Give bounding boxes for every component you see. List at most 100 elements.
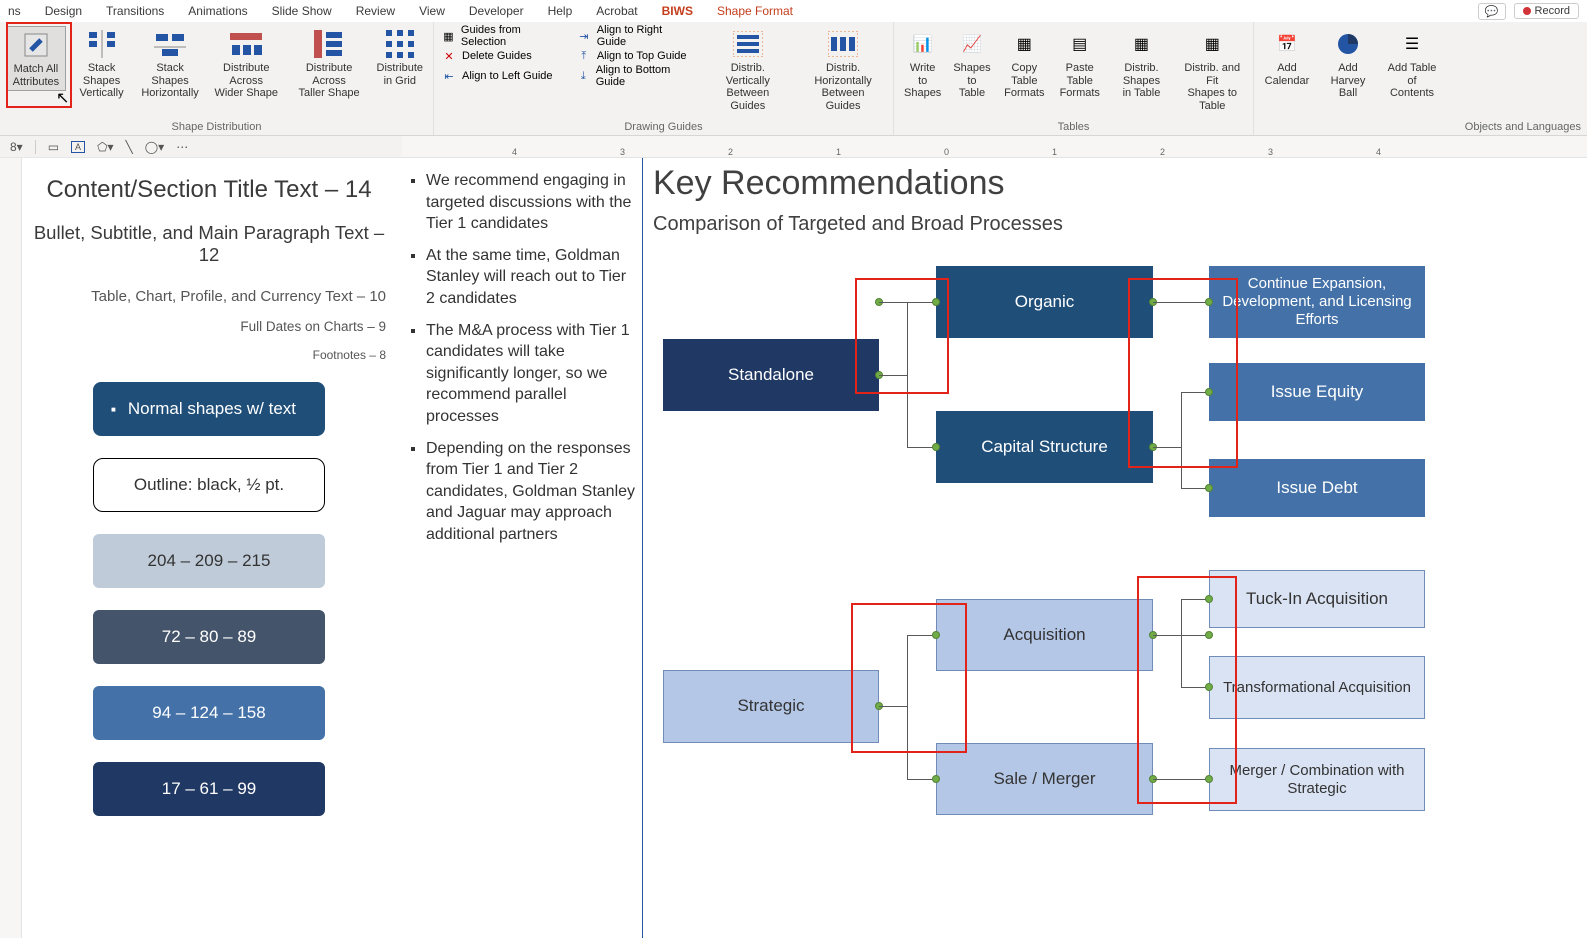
record-button[interactable]: Record (1514, 3, 1579, 19)
node-salemerger-label: Sale / Merger (993, 769, 1095, 789)
qa-textbox-icon[interactable]: A (71, 141, 85, 153)
ribbon: Match AllAttributes Stack ShapesVertical… (0, 22, 1587, 136)
menubar: ns Design Transitions Animations Slide S… (0, 0, 1587, 22)
slide-canvas[interactable]: Key Recommendations Comparison of Target… (643, 158, 1587, 938)
calendar-icon: 📅 (1271, 28, 1303, 60)
align-right-guide-button[interactable]: ⇥Align to Right Guide (575, 26, 697, 46)
heading-bullet-text: Bullet, Subtitle, and Main Paragraph Tex… (32, 222, 386, 266)
align-top-guide-button[interactable]: ⤒ Align to Top Guide (575, 46, 697, 66)
guides-selection-icon: ▦ (442, 29, 455, 43)
paste-table-icon: ▤ (1064, 28, 1096, 60)
align-right-icon: ⇥ (577, 29, 591, 43)
sample-blue-label: 94 – 124 – 158 (152, 703, 265, 723)
tab-slideshow[interactable]: Slide Show (260, 4, 344, 18)
sample-blue-shape[interactable]: 94 – 124 – 158 (93, 686, 325, 740)
shapes-table-label: Shapesto Table (953, 62, 990, 100)
guides-from-selection-button[interactable]: ▦Guides from Selection (440, 26, 563, 46)
write-shapes-icon: 📊 (907, 28, 939, 60)
bullet-item: Depending on the responses from Tier 1 a… (426, 438, 636, 546)
sample-dark-shape[interactable]: 72 – 80 – 89 (93, 610, 325, 664)
paste-table-formats-button[interactable]: ▤Paste TableFormats (1054, 26, 1105, 102)
node-sale-merger[interactable]: Sale / Merger (936, 743, 1153, 815)
distrib-vertical-guides-button[interactable]: Distrib. VerticallyBetween Guides (709, 26, 788, 115)
node-organic-label: Organic (1015, 292, 1075, 312)
qa-more-icon[interactable]: ⋯ (176, 140, 188, 154)
qa-font-size[interactable]: 8▾ (10, 140, 23, 154)
horizontal-ruler: 4 3 2 1 0 1 2 3 4 (402, 136, 1587, 158)
tab-shape-format[interactable]: Shape Format (705, 4, 805, 18)
distribute-grid-button[interactable]: Distributein Grid (373, 26, 427, 89)
qa-rect-icon[interactable]: ▭ (48, 140, 59, 154)
align-left-guide-button[interactable]: ⇤Align to Left Guide (440, 66, 563, 86)
sample-grey-label: 204 – 209 – 215 (148, 551, 271, 571)
tab-transitions[interactable]: Transitions (94, 4, 176, 18)
qa-circle-icon[interactable]: ◯▾ (145, 140, 164, 154)
node-merger-strategic[interactable]: Merger / Combination with Strategic (1209, 748, 1425, 811)
write-to-shapes-button[interactable]: 📊Write toShapes (900, 26, 945, 102)
add-calendar-button[interactable]: 📅AddCalendar (1260, 26, 1314, 89)
distrib-in-table-icon: ▦ (1125, 28, 1157, 60)
stack-shapes-horizontally-button[interactable]: Stack ShapesHorizontally (137, 26, 202, 102)
distrib-shapes-in-table-button[interactable]: ▦Distrib. Shapesin Table (1109, 26, 1173, 102)
shapes-to-table-button[interactable]: 📈Shapesto Table (949, 26, 994, 102)
distrib-in-table-label: Distrib. Shapesin Table (1113, 62, 1169, 100)
distribute-wider-button[interactable]: Distribute AcrossWider Shape (207, 26, 286, 102)
node-issue-debt[interactable]: Issue Debt (1209, 459, 1425, 517)
vertical-ruler (0, 158, 22, 938)
sample-outline-shape[interactable]: Outline: black, ½ pt. (93, 458, 325, 512)
tab-acrobat[interactable]: Acrobat (584, 4, 649, 18)
shape-distribution-group-label: Shape Distribution (0, 121, 433, 135)
add-harvey-ball-button[interactable]: AddHarvey Ball (1318, 26, 1378, 102)
align-top-label: Align to Top Guide (597, 50, 687, 62)
align-top-icon: ⤒ (577, 49, 591, 63)
distrib-horiz-guides-label: Distrib. HorizontallyBetween Guides (803, 62, 883, 113)
stack-vertical-icon (86, 28, 118, 60)
node-capstruct-label: Capital Structure (981, 437, 1108, 457)
node-acquisition[interactable]: Acquisition (936, 599, 1153, 671)
node-strategic[interactable]: Strategic (663, 670, 879, 743)
align-bottom-guide-button[interactable]: ⤓Align to Bottom Guide (575, 66, 697, 86)
sample-navy-shape[interactable]: 17 – 61 – 99 (93, 762, 325, 816)
tab-animations[interactable]: Animations (176, 4, 259, 18)
add-toc-button[interactable]: ☰Add Tableof Contents (1382, 26, 1442, 102)
distribute-wider-label: Distribute AcrossWider Shape (211, 62, 282, 100)
drawing-guides-group-label: Drawing Guides (434, 121, 893, 135)
distribute-taller-button[interactable]: Distribute AcrossTaller Shape (290, 26, 369, 102)
tab-biws[interactable]: BIWS (650, 4, 705, 18)
sample-normal-label: Normal shapes w/ text (128, 399, 296, 419)
tab-view[interactable]: View (407, 4, 457, 18)
sample-dark-label: 72 – 80 – 89 (162, 627, 257, 647)
heading-footnotes: Footnotes – 8 (32, 348, 386, 362)
node-continue-expansion[interactable]: Continue Expansion, Development, and Lic… (1209, 266, 1425, 338)
bullet-panel: We recommend engaging in targeted discus… (402, 158, 642, 938)
node-organic[interactable]: Organic (936, 266, 1153, 338)
ruler-mark: 3 (620, 147, 625, 157)
tab-help[interactable]: Help (536, 4, 585, 18)
distribute-wider-icon (230, 28, 262, 60)
comments-icon[interactable]: 💬 (1478, 3, 1506, 20)
distribute-grid-icon (384, 28, 416, 60)
tab-design-partial[interactable]: ns (8, 4, 33, 18)
write-shapes-label: Write toShapes (904, 62, 941, 100)
distrib-horizontal-guides-button[interactable]: Distrib. HorizontallyBetween Guides (799, 26, 887, 115)
add-calendar-label: AddCalendar (1265, 62, 1310, 87)
node-tuckin[interactable]: Tuck-In Acquisition (1209, 570, 1425, 628)
sample-grey-shape[interactable]: 204 – 209 – 215 (93, 534, 325, 588)
node-capital-structure[interactable]: Capital Structure (936, 411, 1153, 483)
tab-developer[interactable]: Developer (457, 4, 536, 18)
stack-shapes-vertically-button[interactable]: Stack ShapesVertically (70, 26, 134, 102)
tab-review[interactable]: Review (344, 4, 407, 18)
qa-shape-dropdown[interactable]: ⬠▾ (97, 140, 113, 154)
node-transformational[interactable]: Transformational Acquisition (1209, 656, 1425, 719)
node-standalone[interactable]: Standalone (663, 339, 879, 411)
tab-design[interactable]: Design (33, 4, 94, 18)
copy-table-formats-button[interactable]: ▦Copy TableFormats (999, 26, 1050, 102)
node-issue-equity[interactable]: Issue Equity (1209, 363, 1425, 421)
qa-line-icon[interactable]: ╲ (126, 140, 133, 154)
sample-normal-shape[interactable]: Normal shapes w/ text (93, 382, 325, 436)
delete-guides-button[interactable]: ✕Delete Guides (440, 46, 563, 66)
record-dot-icon (1523, 7, 1531, 15)
distrib-fit-shapes-button[interactable]: ▦Distrib. and FitShapes to Table (1178, 26, 1248, 115)
match-all-attributes-button[interactable]: Match AllAttributes (6, 26, 66, 91)
node-contexp-label: Continue Expansion, Development, and Lic… (1217, 275, 1417, 329)
